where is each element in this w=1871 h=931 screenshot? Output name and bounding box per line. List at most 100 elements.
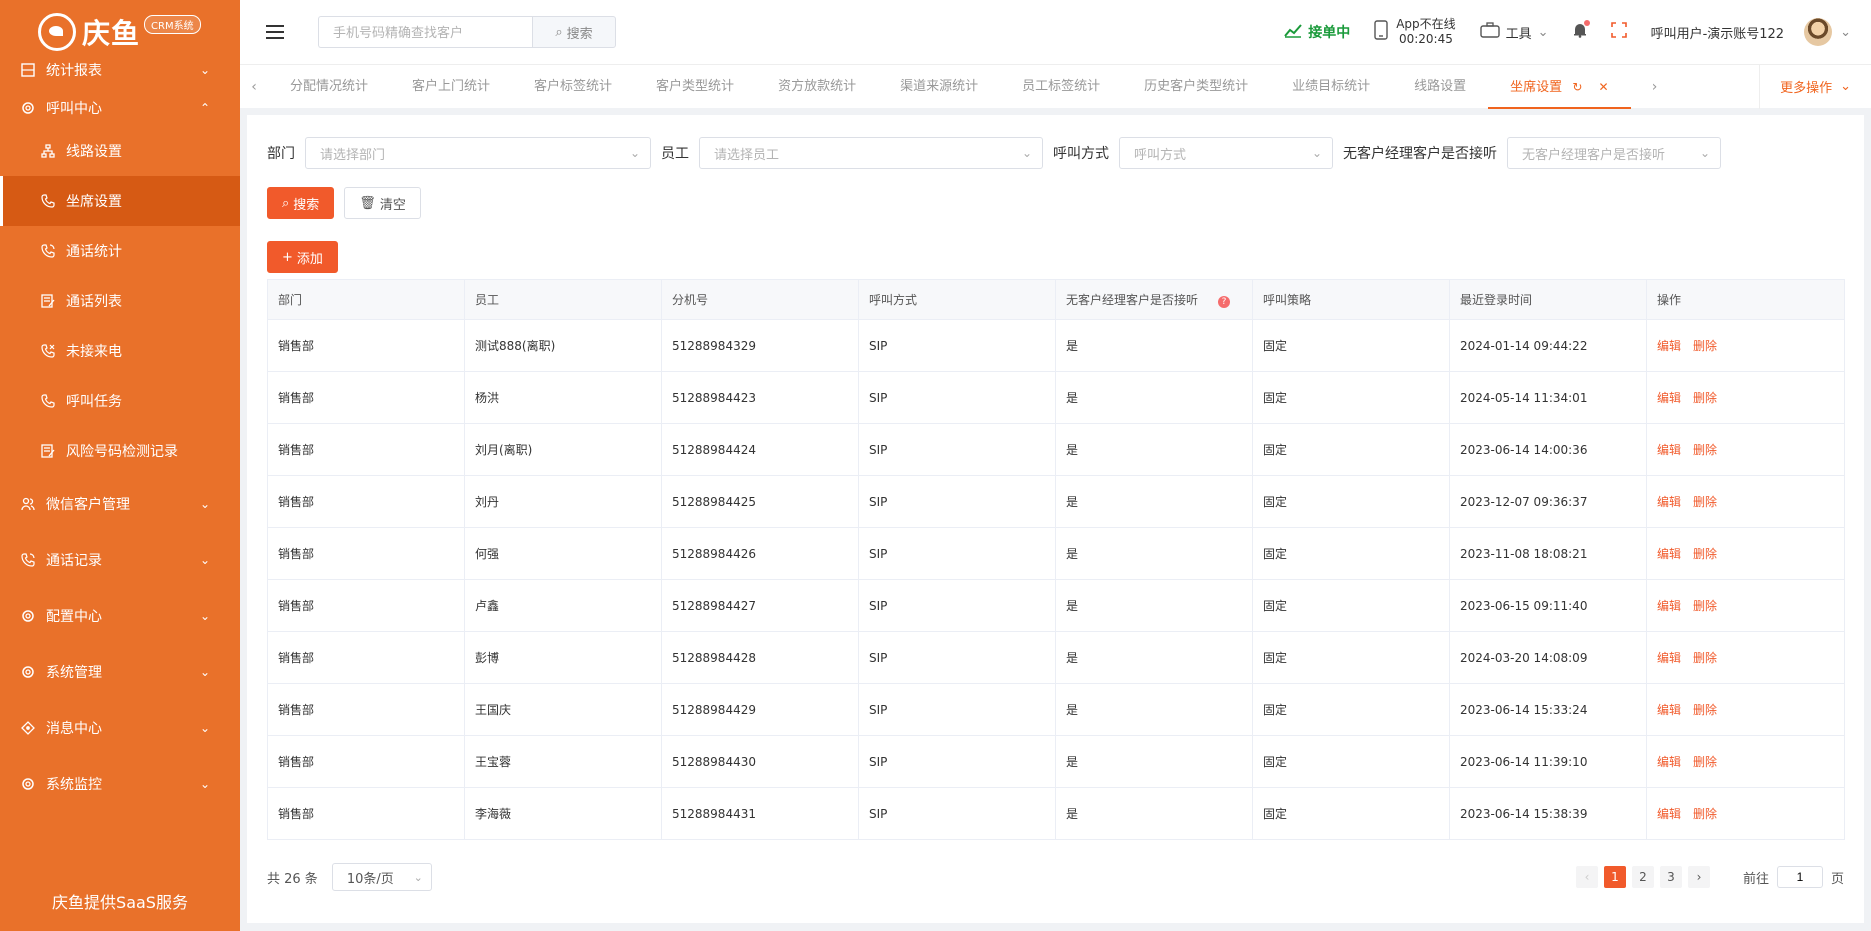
sidebar-group-2[interactable]: 配置中心 ⌄ [0, 588, 240, 644]
tab-scroll-right-icon[interactable]: › [1641, 79, 1669, 95]
sidebar-group-call-center[interactable]: 呼叫中心 ⌃ [0, 80, 240, 136]
sidebar-group-stats[interactable]: 统计报表 ⌄ [0, 60, 240, 80]
sidebar-item-5[interactable]: 呼叫任务 [0, 376, 240, 426]
delete-link[interactable]: 删除 [1693, 547, 1717, 561]
header-search-button[interactable]: ⌕ 搜索 [532, 16, 616, 48]
sidebar-item-6[interactable]: 风险号码检测记录 [0, 426, 240, 476]
tab-2[interactable]: 客户标签统计 [512, 65, 634, 109]
tools-dropdown[interactable]: 工具 ⌄ [1479, 22, 1549, 42]
close-icon[interactable]: ✕ [1599, 80, 1609, 94]
table-cell: 杨洪 [464, 371, 662, 424]
page-button[interactable]: 3 [1659, 866, 1682, 888]
tab-label: 坐席设置 [1510, 79, 1563, 95]
delete-link[interactable]: 删除 [1693, 703, 1717, 717]
gear-icon [20, 608, 36, 624]
prev-page-button[interactable]: ‹ [1575, 866, 1598, 888]
table-cell: 2023-06-15 09:11:40 [1449, 579, 1647, 632]
page-button[interactable]: 1 [1603, 866, 1626, 888]
sidebar-item-3[interactable]: 通话列表 [0, 276, 240, 326]
dept-select-placeholder: 请选择部门 [320, 147, 386, 163]
edit-link[interactable]: 编辑 [1657, 495, 1681, 509]
table-cell: 是 [1055, 579, 1253, 632]
hamburger-menu-icon[interactable] [266, 25, 284, 39]
dept-select[interactable]: 请选择部门 ⌄ [305, 137, 651, 169]
sidebar-item-1[interactable]: 坐席设置 [0, 176, 240, 226]
tab-9[interactable]: 线路设置 [1392, 65, 1488, 109]
tab-8[interactable]: 业绩目标统计 [1270, 65, 1392, 109]
table-cell: 2024-01-14 09:44:22 [1449, 319, 1647, 372]
tab-scroll-left-icon[interactable]: ‹ [240, 79, 268, 95]
table-cell: 销售部 [267, 787, 465, 840]
clear-button[interactable]: 🗑 清空 [344, 187, 421, 219]
table-cell: 销售部 [267, 683, 465, 736]
tab-4[interactable]: 资方放款统计 [756, 65, 878, 109]
more-operations-dropdown[interactable]: 更多操作 ⌄ [1759, 64, 1871, 109]
table-cell: 2023-06-14 15:38:39 [1449, 787, 1647, 840]
delete-link[interactable]: 删除 [1693, 599, 1717, 613]
delete-link[interactable]: 删除 [1693, 391, 1717, 405]
tab-5[interactable]: 渠道来源统计 [878, 65, 1000, 109]
edit-link[interactable]: 编辑 [1657, 807, 1681, 821]
edit-link[interactable]: 编辑 [1657, 755, 1681, 769]
avatar[interactable] [1804, 18, 1833, 46]
sidebar-group-5[interactable]: 系统监控 ⌄ [0, 756, 240, 812]
table-cell: SIP [858, 735, 1056, 788]
table-cell: 销售部 [267, 423, 465, 476]
delete-link[interactable]: 删除 [1693, 443, 1717, 457]
goto-page-input[interactable] [1776, 866, 1823, 888]
tab-7[interactable]: 历史客户类型统计 [1122, 65, 1270, 109]
table-cell: 固定 [1252, 423, 1450, 476]
table-cell: 2023-06-14 11:39:10 [1449, 735, 1647, 788]
emp-select[interactable]: 请选择员工 ⌄ [699, 137, 1043, 169]
sidebar-item-2[interactable]: 通话统计 [0, 226, 240, 276]
table-cell: SIP [858, 475, 1056, 528]
chevron-down-icon: ⌄ [199, 665, 210, 679]
customer-search-input[interactable] [318, 16, 532, 48]
edit-link[interactable]: 编辑 [1657, 547, 1681, 561]
fullscreen-button[interactable] [1610, 22, 1627, 42]
edit-link[interactable]: 编辑 [1657, 443, 1681, 457]
method-select[interactable]: 呼叫方式 ⌄ [1119, 137, 1333, 169]
page-button[interactable]: 2 [1631, 866, 1654, 888]
chevron-down-icon: ⌄ [1021, 146, 1032, 160]
tab-seat-settings[interactable]: 坐席设置 ↻ ✕ [1488, 65, 1631, 109]
next-page-button[interactable]: › [1687, 866, 1710, 888]
tab-3[interactable]: 客户类型统计 [634, 65, 756, 109]
chevron-down-icon: ⌄ [199, 609, 210, 623]
table-cell: 销售部 [267, 319, 465, 372]
edit-link[interactable]: 编辑 [1657, 391, 1681, 405]
notification-bell[interactable] [1573, 20, 1590, 42]
delete-link[interactable]: 删除 [1693, 339, 1717, 353]
tab-0[interactable]: 分配情况统计 [268, 65, 390, 109]
work-status-toggle[interactable]: 接单中 [1284, 22, 1350, 42]
delete-link[interactable]: 删除 [1693, 651, 1717, 665]
edit-link[interactable]: 编辑 [1657, 651, 1681, 665]
sidebar-group-0[interactable]: 微信客户管理 ⌄ [0, 476, 240, 532]
table-cell: 固定 [1252, 787, 1450, 840]
delete-link[interactable]: 删除 [1693, 807, 1717, 821]
tab-1[interactable]: 客户上门统计 [390, 65, 512, 109]
table-row: 销售部 何强 51288984426 SIP 是固定 2023-11-08 18:08:2… [267, 527, 1845, 580]
help-icon[interactable]: ? [1218, 296, 1231, 308]
user-name[interactable]: 呼叫用户-演示账号122 [1651, 23, 1785, 42]
table-cell: 51288984428 [661, 631, 859, 684]
chevron-down-icon: ⌄ [629, 146, 640, 160]
delete-link[interactable]: 删除 [1693, 495, 1717, 509]
table-cell: 51288984431 [661, 787, 859, 840]
sidebar-group-4[interactable]: 消息中心 ⌄ [0, 700, 240, 756]
page-size-select[interactable]: 10条/页 ⌄ [331, 863, 432, 891]
chevron-down-icon: ⌄ [413, 870, 423, 884]
refresh-icon[interactable]: ↻ [1572, 80, 1582, 94]
delete-link[interactable]: 删除 [1693, 755, 1717, 769]
search-button[interactable]: ⌕ 搜索 [267, 187, 335, 219]
sidebar-group-1[interactable]: 通话记录 ⌄ [0, 532, 240, 588]
nomgr-select[interactable]: 无客户经理客户是否接听 ⌄ [1507, 137, 1721, 169]
add-button[interactable]: + 添加 [267, 241, 338, 273]
edit-link[interactable]: 编辑 [1657, 703, 1681, 717]
edit-link[interactable]: 编辑 [1657, 599, 1681, 613]
chevron-down-icon[interactable]: ⌄ [1840, 25, 1851, 40]
tab-6[interactable]: 员工标签统计 [1000, 65, 1122, 109]
edit-link[interactable]: 编辑 [1657, 339, 1681, 353]
sidebar-group-3[interactable]: 系统管理 ⌄ [0, 644, 240, 700]
sidebar-item-4[interactable]: 未接来电 [0, 326, 240, 376]
